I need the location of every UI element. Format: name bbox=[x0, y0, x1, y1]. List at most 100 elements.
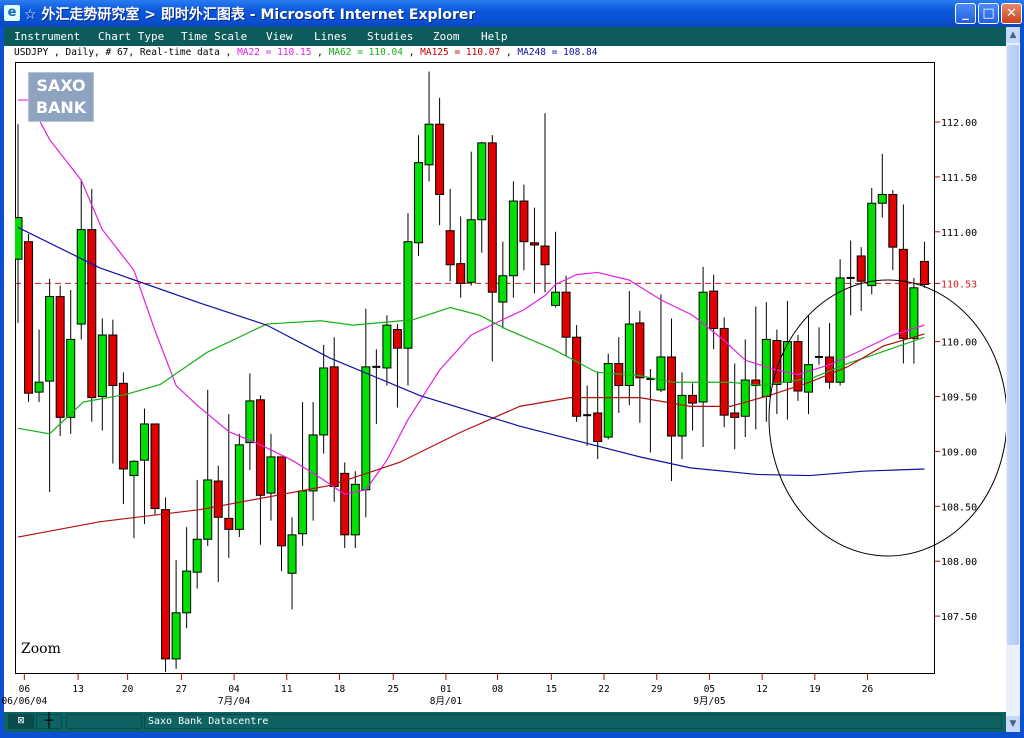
x-tick-label: 01 bbox=[440, 684, 452, 695]
ie-icon: e bbox=[4, 5, 20, 21]
separator: , bbox=[219, 47, 238, 58]
x-tick-label: 06 bbox=[19, 684, 31, 695]
menu-time-scale[interactable]: Time Scale bbox=[181, 30, 247, 43]
candle-body bbox=[688, 394, 698, 404]
candle-body bbox=[698, 291, 708, 403]
menu-help[interactable]: Help bbox=[481, 30, 508, 43]
candle-body bbox=[435, 123, 445, 195]
ma125-value: MA125 = 110.07 bbox=[420, 47, 501, 58]
candle-body bbox=[361, 366, 371, 491]
ma22-value: MA22 = 110.15 bbox=[237, 47, 312, 58]
zoom-label[interactable]: Zoom bbox=[21, 641, 61, 657]
candle-body bbox=[55, 296, 65, 418]
candle-body bbox=[224, 517, 234, 530]
minimize-button[interactable]: _ bbox=[955, 3, 976, 24]
x-tick-label: 29 bbox=[651, 684, 663, 695]
candle-body bbox=[234, 444, 244, 530]
scroll-thumb[interactable] bbox=[1007, 45, 1019, 645]
candle-body bbox=[445, 230, 455, 266]
separator: , bbox=[402, 47, 421, 58]
candle-body bbox=[392, 329, 402, 349]
scroll-up-icon[interactable]: ▲ bbox=[1006, 27, 1020, 43]
candle-body bbox=[150, 423, 160, 509]
menu-view[interactable]: View bbox=[266, 30, 293, 43]
candle-body bbox=[519, 200, 529, 243]
candle-body bbox=[139, 423, 149, 461]
candle-body bbox=[719, 327, 729, 416]
candle-body bbox=[308, 434, 318, 492]
y-tick-label: 110.00 bbox=[941, 338, 977, 349]
candle bbox=[150, 423, 160, 516]
menu-chart-type[interactable]: Chart Type bbox=[98, 30, 164, 43]
x-tick-label: 13 bbox=[72, 684, 83, 695]
candle-body bbox=[76, 229, 86, 325]
close-button[interactable]: ✕ bbox=[1001, 3, 1022, 24]
candle-body bbox=[656, 356, 666, 391]
candle bbox=[55, 285, 65, 437]
candle-body bbox=[213, 480, 223, 518]
candle-body bbox=[15, 217, 23, 260]
candle-body bbox=[666, 356, 676, 437]
candle-body bbox=[551, 291, 561, 306]
y-tick-label: 107.50 bbox=[941, 612, 977, 623]
candle bbox=[719, 317, 729, 428]
x-tick-label: 05 bbox=[704, 684, 715, 695]
candle-body bbox=[888, 193, 898, 248]
x-tick-label: 04 bbox=[228, 684, 240, 695]
separator: , bbox=[311, 47, 329, 58]
x-tick-label: 26 bbox=[862, 684, 874, 695]
candle-body bbox=[572, 336, 582, 417]
ma248-value: MA248 = 108.84 bbox=[517, 47, 598, 58]
menu-lines[interactable]: Lines bbox=[314, 30, 347, 43]
candle-body bbox=[319, 367, 329, 436]
y-tick-label: 108.50 bbox=[941, 502, 977, 513]
x-tick-sublabel: 8月/01 bbox=[430, 696, 463, 707]
menu-zoom[interactable]: Zoom bbox=[433, 30, 460, 43]
candle-body bbox=[87, 229, 97, 399]
price-chart[interactable]: 112.00 111.50 111.00 110.00 109.50 109.00 108.… bbox=[0, 62, 1006, 712]
menu-instrument[interactable]: Instrument bbox=[14, 30, 80, 43]
y-tick-label: 111.50 bbox=[941, 173, 977, 184]
status-bar: ⊠ ┼ Saxo Bank Datacentre bbox=[4, 712, 1006, 732]
candle-body bbox=[508, 200, 518, 277]
vertical-scrollbar[interactable]: ▲ ▼ bbox=[1006, 27, 1020, 732]
candle-body bbox=[740, 379, 750, 417]
candle-body bbox=[709, 290, 719, 329]
window-border-right bbox=[1020, 27, 1024, 738]
candle-body bbox=[118, 382, 128, 470]
candle bbox=[572, 325, 582, 422]
candle-body bbox=[498, 275, 508, 303]
instrument-info: USDJPY , Daily, # 67, Real-time data bbox=[14, 47, 220, 58]
candle-body bbox=[171, 612, 181, 660]
x-tick-sublabel: 06/06/04 bbox=[1, 696, 47, 707]
crosshair-tool-icon[interactable]: ┼ bbox=[36, 714, 62, 729]
pointer-tool-icon[interactable]: ⊠ bbox=[8, 714, 34, 729]
x-tick-label: 25 bbox=[387, 684, 398, 695]
candle-body bbox=[909, 287, 919, 339]
x-tick-label: 19 bbox=[809, 684, 821, 695]
x-tick-label: 27 bbox=[176, 684, 187, 695]
candle-body bbox=[782, 341, 792, 383]
candle-body bbox=[593, 412, 603, 443]
candle-body bbox=[382, 324, 392, 369]
candle-body bbox=[45, 296, 55, 382]
candle-body bbox=[245, 400, 255, 444]
candle-body bbox=[677, 394, 687, 437]
candle-body bbox=[97, 334, 107, 397]
candle-body bbox=[466, 219, 476, 283]
status-cell-main bbox=[144, 714, 1002, 729]
candle-body bbox=[403, 241, 413, 349]
scroll-down-icon[interactable]: ▼ bbox=[1006, 716, 1020, 732]
candle-body bbox=[856, 255, 866, 282]
x-tick-label: 11 bbox=[281, 684, 293, 695]
separator: , bbox=[500, 47, 518, 58]
candle-body bbox=[129, 460, 139, 477]
candle-body bbox=[182, 570, 192, 614]
current-price-label: 110.53 bbox=[941, 279, 977, 290]
candle-body bbox=[529, 242, 539, 246]
x-tick-label: 15 bbox=[546, 684, 557, 695]
candle-body bbox=[161, 509, 171, 660]
menu-studies[interactable]: Studies bbox=[367, 30, 413, 43]
maximize-button[interactable]: □ bbox=[978, 3, 999, 24]
candle bbox=[793, 335, 803, 401]
